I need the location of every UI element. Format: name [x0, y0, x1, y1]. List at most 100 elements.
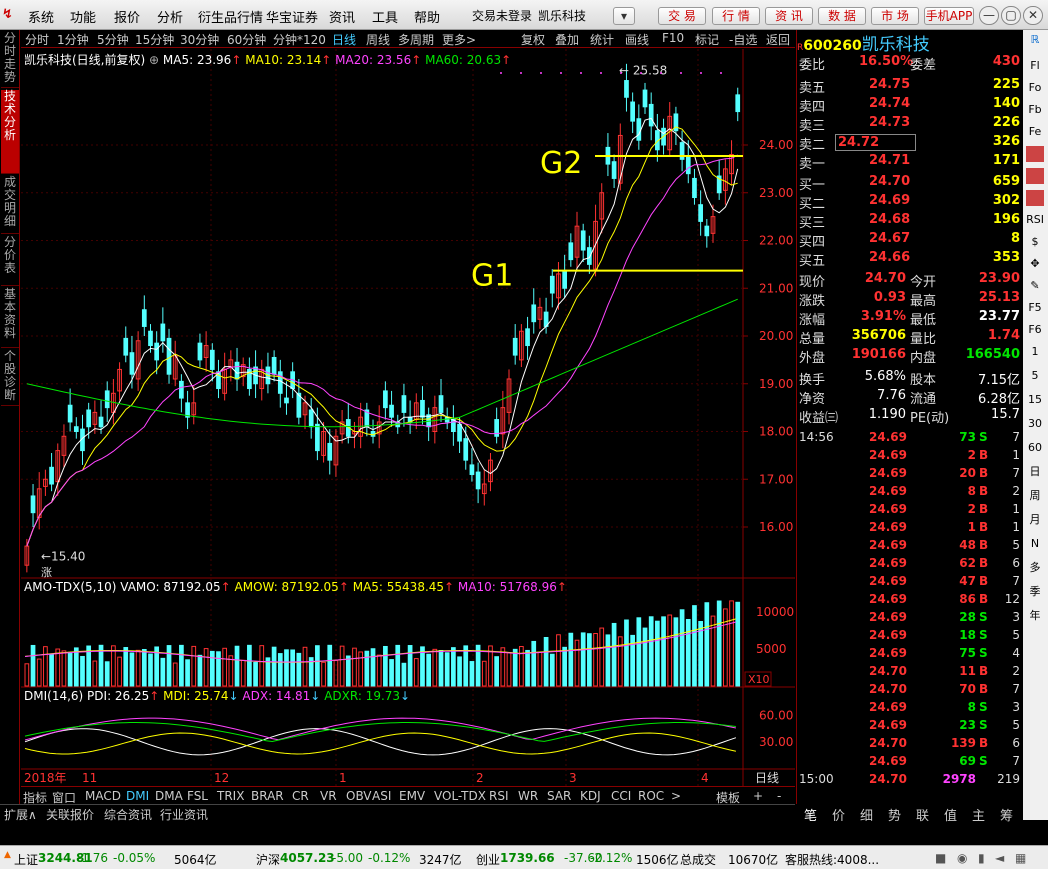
buy-row[interactable]: 买四 24.67 8 [797, 230, 1024, 250]
expand-button[interactable]: 扩展∧ [4, 806, 37, 823]
tab-intraday[interactable]: 分时走势 [1, 32, 19, 88]
quote-tab-4[interactable]: 联 [916, 805, 929, 824]
mark-button[interactable]: 标记 [695, 31, 719, 48]
toolbar-icon-12[interactable]: F5 [1026, 300, 1044, 316]
f10-button[interactable]: F10 [662, 31, 684, 45]
period-multi[interactable]: 多周期 [398, 31, 434, 48]
toolbar-icon-8[interactable]: RSI [1026, 212, 1044, 228]
indicator-tab-11[interactable]: ASI [372, 789, 391, 803]
back-button[interactable]: 返回 [766, 31, 790, 48]
toolbar-icon-0[interactable]: ℝ [1026, 32, 1044, 48]
toolbar-icon-3[interactable]: Fb [1026, 102, 1044, 118]
menu-function[interactable]: 功能 [70, 7, 96, 26]
toolbar-icon-5[interactable] [1026, 146, 1044, 162]
menu-tools[interactable]: 工具 [372, 7, 398, 26]
network-icon[interactable]: ◉ [957, 851, 967, 865]
indicator-tab-19[interactable]: ROC [638, 789, 664, 803]
toolbar-icon-2[interactable]: Fo [1026, 80, 1044, 96]
menu-quote[interactable]: 报价 [114, 7, 140, 26]
tab-diagnosis[interactable]: 个股诊断 [1, 350, 19, 406]
indicator-tab-13[interactable]: VOL-TDX [434, 789, 486, 803]
indicator-tab-22[interactable]: + [753, 789, 763, 803]
sell-row[interactable]: 卖二 24.72 326 [797, 133, 1024, 153]
indicator-tab-16[interactable]: SAR [547, 789, 571, 803]
period-more[interactable]: 更多> [442, 31, 476, 48]
period-5min[interactable]: 5分钟 [97, 31, 129, 48]
trade-button[interactable]: 交 易 [658, 7, 706, 25]
sell-row[interactable]: 卖四 24.74 140 [797, 95, 1024, 115]
indicator-tab-17[interactable]: KDJ [580, 789, 601, 803]
menu-help[interactable]: 帮助 [414, 7, 440, 26]
indicator-tab-5[interactable]: FSL [187, 789, 208, 803]
toolbar-icon-4[interactable]: Fe [1026, 124, 1044, 140]
toolbar-icon-18[interactable]: 60 [1026, 440, 1044, 456]
indicator-tab-8[interactable]: CR [292, 789, 309, 803]
sell-row[interactable]: 卖五 24.75 225 [797, 76, 1024, 96]
indicator-tab-2[interactable]: MACD [85, 789, 121, 803]
tab-trades[interactable]: 成交明细 [1, 176, 19, 234]
indicator-tab-23[interactable]: - [777, 789, 781, 803]
toolbar-icon-23[interactable]: 多 [1026, 560, 1044, 576]
indicator-tab-7[interactable]: BRAR [251, 789, 284, 803]
period-15min[interactable]: 15分钟 [135, 31, 174, 48]
quote-tab-5[interactable]: 值 [944, 805, 957, 824]
toolbar-icon-20[interactable]: 周 [1026, 488, 1044, 504]
indicator-tab-4[interactable]: DMA [155, 789, 183, 803]
speaker-icon[interactable]: ◄ [995, 851, 1004, 865]
indicator-tab-3[interactable]: DMI [126, 789, 149, 803]
menu-system[interactable]: 系统 [28, 7, 54, 26]
quote-tab-2[interactable]: 细 [860, 805, 873, 824]
toolbar-icon-24[interactable]: 季 [1026, 584, 1044, 600]
quote-tab-7[interactable]: 筹 [1000, 805, 1013, 824]
toolbar-icon-15[interactable]: 5 [1026, 368, 1044, 384]
period-intraday[interactable]: 分时 [25, 31, 49, 48]
tab-technical[interactable]: 技术分析 [1, 90, 19, 174]
menu-analysis[interactable]: 分析 [157, 7, 183, 26]
sell-row[interactable]: 卖三 24.73 226 [797, 114, 1024, 134]
restore-rights-button[interactable]: 复权 [521, 31, 545, 48]
kline-chart[interactable]: 24.00 23.00 22.00 21.00 20.00 19.00 18.00 17.00… [21, 49, 795, 786]
buy-row[interactable]: 买三 24.68 196 [797, 211, 1024, 231]
tab-related-quotes[interactable]: 关联报价 [46, 806, 94, 823]
buy-row[interactable]: 买二 24.69 302 [797, 192, 1024, 212]
period-1min[interactable]: 1分钟 [57, 31, 89, 48]
indicator-tab-6[interactable]: TRIX [217, 789, 244, 803]
toolbar-icon-9[interactable]: $ [1026, 234, 1044, 250]
toolbar-icon-10[interactable]: ✥ [1026, 256, 1044, 272]
overlay-button[interactable]: 叠加 [555, 31, 579, 48]
quote-tab-3[interactable]: 势 [888, 805, 901, 824]
toolbar-icon-25[interactable]: 年 [1026, 608, 1044, 624]
sell-row[interactable]: 卖一 24.71 171 [797, 152, 1024, 172]
settings-icon[interactable]: ⊕ [149, 53, 159, 67]
period-weekly[interactable]: 周线 [366, 31, 390, 48]
period-30min[interactable]: 30分钟 [180, 31, 219, 48]
menu-news[interactable]: 资讯 [329, 7, 355, 26]
restore-icon[interactable]: ▢ [1001, 6, 1021, 25]
tab-price-table[interactable]: 分价表 [1, 236, 19, 286]
tab-news[interactable]: 综合资讯 [104, 806, 152, 823]
toolbar-icon-19[interactable]: 日 [1026, 464, 1044, 480]
toolbar-icon-13[interactable]: F6 [1026, 322, 1044, 338]
grid-icon[interactable]: ▦ [1015, 851, 1026, 865]
indicator-tab-12[interactable]: EMV [399, 789, 425, 803]
toolbar-icon-11[interactable]: ✎ [1026, 278, 1044, 294]
market-quote-button[interactable]: 行 情 [712, 7, 760, 25]
menu-derivatives[interactable]: 衍生品行情 [198, 7, 263, 26]
indicator-tab-9[interactable]: VR [320, 789, 337, 803]
toolbar-icon-7[interactable] [1026, 190, 1044, 206]
close-icon[interactable]: ✕ [1023, 6, 1043, 25]
draw-button[interactable]: 画线 [625, 31, 649, 48]
buy-row[interactable]: 买五 24.66 353 [797, 249, 1024, 269]
lock-icon[interactable]: ■ [935, 851, 946, 865]
data-button[interactable]: 数 据 [818, 7, 866, 25]
period-120min[interactable]: 分钟*120 [273, 31, 326, 48]
signal-icon[interactable]: ▮ [978, 851, 985, 865]
quote-tab-6[interactable]: 主 [972, 805, 985, 824]
indicator-tab-18[interactable]: CCI [611, 789, 631, 803]
indicator-tab-20[interactable]: > [671, 789, 681, 803]
buy-row[interactable]: 买一 24.70 659 [797, 173, 1024, 193]
period-60min[interactable]: 60分钟 [227, 31, 266, 48]
quote-tab-1[interactable]: 价 [832, 805, 845, 824]
news-button[interactable]: 资 讯 [765, 7, 813, 25]
market-button[interactable]: 市 场 [871, 7, 919, 25]
